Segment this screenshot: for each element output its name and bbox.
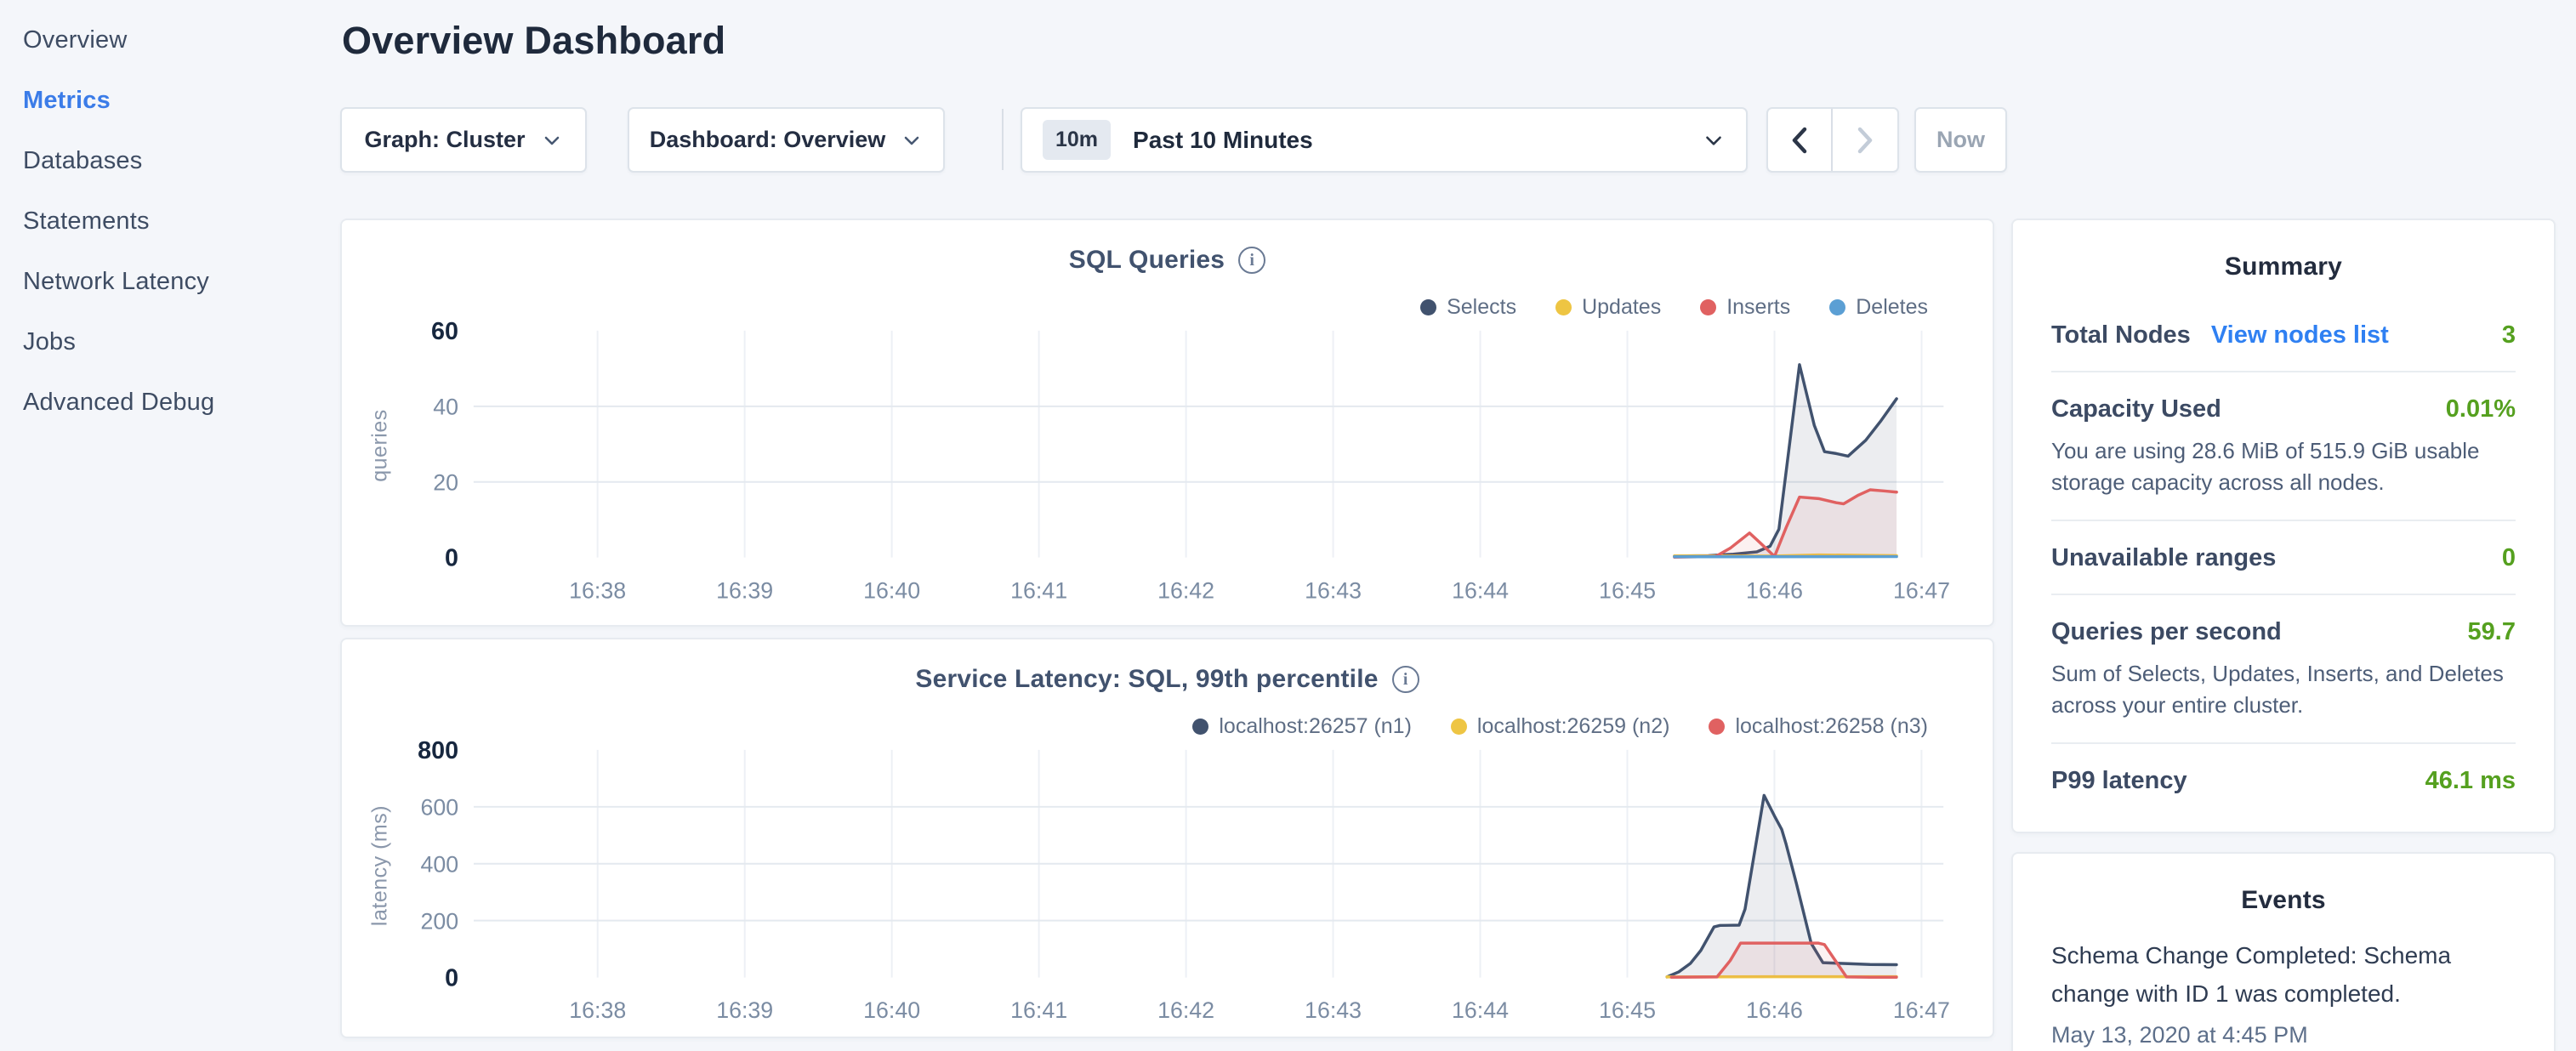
svg-text:20: 20	[433, 470, 458, 496]
svg-text:16:43: 16:43	[1305, 577, 1362, 603]
svg-text:16:45: 16:45	[1599, 577, 1656, 603]
sidebar-item-jobs[interactable]: Jobs	[0, 312, 340, 372]
svg-text:16:39: 16:39	[716, 997, 773, 1023]
overview-dashboard-page: Overview Metrics Databases Statements Ne…	[0, 0, 2576, 1051]
chevron-down-icon	[901, 129, 923, 151]
chevron-down-icon	[541, 129, 563, 151]
svg-text:0: 0	[445, 545, 458, 572]
svg-text:16:44: 16:44	[1452, 997, 1509, 1023]
events-panel: Events Schema Change Completed: Schema c…	[2011, 852, 2556, 1051]
sidebar-item-databases[interactable]: Databases	[0, 131, 340, 191]
svg-text:16:40: 16:40	[863, 997, 920, 1023]
p99-latency-value: 46.1 ms	[2425, 767, 2516, 795]
svg-text:16:38: 16:38	[569, 997, 626, 1023]
service-latency-chart-card: Service Latency: SQL, 99th percentile i …	[340, 638, 1994, 1038]
svg-text:16:39: 16:39	[716, 577, 773, 603]
toolbar-divider	[1002, 109, 1004, 170]
svg-text:16:45: 16:45	[1599, 997, 1656, 1023]
svg-text:200: 200	[420, 909, 458, 935]
queries-per-second-description: Sum of Selects, Updates, Inserts, and De…	[2051, 658, 2516, 721]
summary-row-queries-per-second: Queries per second 59.7 Sum of Selects, …	[2051, 595, 2516, 744]
summary-row-capacity-used: Capacity Used 0.01% You are using 28.6 M…	[2051, 372, 2516, 521]
unavailable-ranges-value: 0	[2502, 544, 2516, 572]
event-timestamp: May 13, 2020 at 4:45 PM	[2051, 1022, 2516, 1048]
now-button[interactable]: Now	[1914, 107, 2007, 173]
sidebar-item-metrics[interactable]: Metrics	[0, 71, 340, 131]
queries-per-second-value: 59.7	[2468, 618, 2516, 646]
events-title: Events	[2013, 854, 2554, 915]
event-text: Schema Change Completed: Schema change w…	[2051, 937, 2516, 1014]
svg-text:16:47: 16:47	[1893, 997, 1950, 1023]
summary-row-unavailable-ranges: Unavailable ranges 0	[2051, 521, 2516, 595]
graph-dropdown[interactable]: Graph: Cluster	[340, 107, 587, 173]
step-back-button[interactable]	[1768, 109, 1833, 171]
svg-text:16:41: 16:41	[1010, 997, 1067, 1023]
svg-text:16:42: 16:42	[1157, 997, 1214, 1023]
chevron-down-icon	[1702, 128, 1726, 152]
svg-text:16:40: 16:40	[863, 577, 920, 603]
svg-text:16:42: 16:42	[1157, 577, 1214, 603]
time-range-label: Past 10 Minutes	[1133, 127, 1313, 154]
summary-panel: Summary Total Nodes View nodes list 3 Ca…	[2011, 219, 2556, 833]
sidebar-item-statements[interactable]: Statements	[0, 191, 340, 252]
chevron-left-icon	[1785, 123, 1814, 157]
summary-title: Summary	[2013, 220, 2554, 281]
capacity-used-description: You are using 28.6 MiB of 515.9 GiB usab…	[2051, 435, 2516, 498]
svg-text:16:38: 16:38	[569, 577, 626, 603]
dashboard-dropdown[interactable]: Dashboard: Overview	[628, 107, 945, 173]
capacity-used-value: 0.01%	[2446, 395, 2516, 423]
svg-text:16:46: 16:46	[1746, 997, 1803, 1023]
svg-text:16:46: 16:46	[1746, 577, 1803, 603]
svg-text:16:47: 16:47	[1893, 577, 1950, 603]
summary-row-p99-latency: P99 latency 46.1 ms	[2051, 744, 2516, 816]
view-nodes-list-link[interactable]: View nodes list	[2211, 321, 2389, 349]
svg-text:60: 60	[431, 318, 458, 345]
svg-text:0: 0	[445, 965, 458, 992]
svg-text:16:43: 16:43	[1305, 997, 1362, 1023]
sidebar-item-advanced-debug[interactable]: Advanced Debug	[0, 372, 340, 433]
svg-text:600: 600	[420, 795, 458, 821]
graph-dropdown-label: Graph: Cluster	[364, 127, 525, 153]
service-latency-plot[interactable]: 16:38 16:39 16:40 16:41 16:42 16:43 16:44 16:45…	[342, 639, 1993, 1037]
sql-queries-chart-card: SQL Queries i Selects Updates Inserts De…	[340, 219, 1994, 627]
svg-text:16:44: 16:44	[1452, 577, 1509, 603]
step-forward-button[interactable]	[1833, 109, 1897, 171]
now-button-label: Now	[1936, 127, 1985, 153]
summary-row-total-nodes: Total Nodes View nodes list 3	[2051, 298, 2516, 372]
sidebar: Overview Metrics Databases Statements Ne…	[0, 0, 340, 1051]
sidebar-item-network-latency[interactable]: Network Latency	[0, 252, 340, 312]
time-step-buttons	[1766, 107, 1899, 173]
sidebar-item-overview[interactable]: Overview	[0, 10, 340, 71]
time-range-picker[interactable]: 10m Past 10 Minutes	[1021, 107, 1748, 173]
dashboard-dropdown-label: Dashboard: Overview	[650, 127, 886, 153]
sql-queries-plot[interactable]: 16:38 16:39 16:40 16:41 16:42 16:43 16:44 16:45…	[342, 220, 1993, 625]
svg-text:16:41: 16:41	[1010, 577, 1067, 603]
time-range-badge: 10m	[1043, 120, 1111, 160]
chevron-right-icon	[1851, 123, 1879, 157]
page-title: Overview Dashboard	[342, 19, 725, 63]
event-list-item[interactable]: Schema Change Completed: Schema change w…	[2013, 915, 2554, 1048]
svg-text:400: 400	[420, 852, 458, 878]
svg-text:40: 40	[433, 395, 458, 420]
total-nodes-value: 3	[2502, 321, 2516, 349]
svg-text:800: 800	[418, 737, 458, 764]
